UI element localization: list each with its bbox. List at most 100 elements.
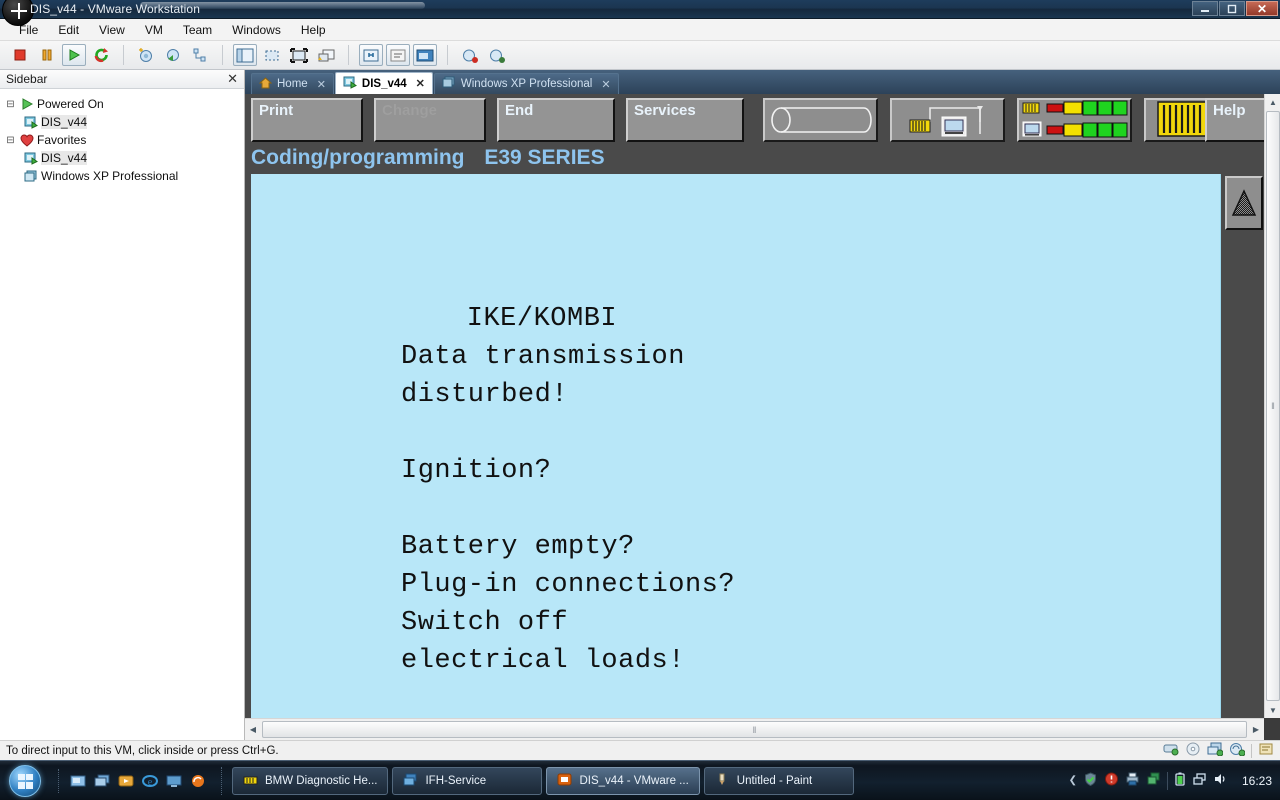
scroll-left-arrow[interactable]: ◀: [245, 722, 261, 738]
sidebar-close-icon[interactable]: ✕: [227, 72, 238, 85]
capture-movie-icon[interactable]: [485, 44, 509, 66]
sidebar-group-favorites[interactable]: ⊟ Favorites: [0, 131, 244, 149]
tab-close-icon[interactable]: ✕: [317, 78, 326, 91]
main-toolbar: [0, 41, 1280, 70]
fullscreen-icon[interactable]: [287, 44, 311, 66]
minimize-button[interactable]: [1192, 1, 1218, 16]
taskbar-clock[interactable]: 16:23: [1234, 774, 1272, 788]
quick-switch-icon[interactable]: [260, 44, 284, 66]
vm-running-icon: [21, 152, 41, 165]
cd-dvd-icon[interactable]: [1185, 742, 1201, 759]
tab-windows-xp-professional[interactable]: Windows XP Professional ✕: [433, 73, 619, 94]
tab-close-icon[interactable]: ✕: [416, 77, 425, 90]
snapshot-icon[interactable]: [134, 44, 158, 66]
tray-expand-icon[interactable]: ❮: [1069, 775, 1077, 786]
volume-icon[interactable]: [1213, 772, 1228, 789]
vertical-scroll-thumb[interactable]: ‖: [1266, 111, 1280, 701]
tab-close-icon[interactable]: ✕: [601, 78, 610, 91]
dis-icon-interface-connection[interactable]: [890, 98, 1005, 142]
dis-icon-status-leds[interactable]: [1017, 98, 1132, 142]
show-desktop-icon[interactable]: [67, 769, 89, 793]
menu-view[interactable]: View: [90, 20, 134, 40]
power-off-icon[interactable]: [8, 44, 32, 66]
dis-button-print[interactable]: Print: [251, 98, 363, 142]
network-icon[interactable]: [1192, 772, 1207, 789]
taskbar-item-dis-v44-vmware[interactable]: DIS_v44 - VMware ...: [546, 766, 700, 795]
dis-scroll-column: [1220, 174, 1264, 718]
menu-edit[interactable]: Edit: [49, 20, 88, 40]
dis-button-help[interactable]: Help: [1205, 98, 1264, 142]
menu-windows[interactable]: Windows: [223, 20, 290, 40]
toolbar-separator: [348, 45, 349, 65]
vm-horizontal-scrollbar[interactable]: ◀ ‖ ▶: [245, 718, 1264, 740]
vm-icon: [21, 170, 41, 183]
sidebar-item-dis-v44-favorite[interactable]: DIS_v44: [0, 149, 244, 167]
horizontal-scroll-thumb[interactable]: ‖: [262, 721, 1247, 738]
settings-icon[interactable]: [359, 44, 383, 66]
media-player-icon[interactable]: [115, 769, 137, 793]
battery-icon[interactable]: [1174, 772, 1186, 789]
heart-icon: [17, 133, 37, 147]
menu-help[interactable]: Help: [292, 20, 335, 40]
console-view-icon[interactable]: [413, 44, 437, 66]
dis-button-end[interactable]: End: [497, 98, 615, 142]
scroll-down-arrow[interactable]: ▼: [1265, 702, 1280, 718]
remote-desktop-icon[interactable]: [163, 769, 185, 793]
unity-icon[interactable]: [314, 44, 338, 66]
vm-viewport[interactable]: Print Change End Services Help Coding/pr…: [245, 94, 1280, 740]
start-button[interactable]: [2, 763, 48, 799]
scroll-right-arrow[interactable]: ▶: [1248, 722, 1264, 738]
internet-explorer-icon[interactable]: e: [139, 769, 161, 793]
vmware-workstation-window: DIS_v44 - VMware Workstation ✕ File Edit…: [0, 0, 1280, 800]
system-tray: ❮ 16:23: [1069, 771, 1280, 790]
vmware-status-bar: To direct input to this VM, click inside…: [0, 740, 1280, 760]
message-log-icon[interactable]: [1258, 742, 1274, 759]
show-sidebar-icon[interactable]: [233, 44, 257, 66]
antivirus-shield-icon[interactable]: [1083, 772, 1098, 789]
tab-home[interactable]: Home ✕: [251, 73, 334, 94]
taskbar-item-ifh-service[interactable]: IFH-Service: [392, 766, 543, 795]
dis-application: Print Change End Services Help Coding/pr…: [245, 94, 1264, 718]
toolbar-separator: [123, 45, 124, 65]
dis-button-services[interactable]: Services: [626, 98, 744, 142]
sidebar-group-powered-on[interactable]: ⊟ Powered On: [0, 95, 244, 113]
security-alert-icon[interactable]: [1104, 772, 1119, 789]
tree-toggle-icon[interactable]: ⊟: [4, 135, 17, 146]
status-separator: [1251, 743, 1252, 758]
snapshot-manager-icon[interactable]: [188, 44, 212, 66]
window-title: DIS_v44 - VMware Workstation: [30, 2, 200, 16]
switch-window-icon[interactable]: [91, 769, 113, 793]
vmware-tray-icon[interactable]: [1146, 772, 1161, 789]
triangle-up-icon[interactable]: [1225, 176, 1263, 230]
scroll-up-arrow[interactable]: ▲: [1265, 94, 1280, 110]
hard-disk-icon[interactable]: [1163, 742, 1179, 759]
network-adapter-icon[interactable]: [1207, 742, 1224, 759]
sidebar-item-dis-v44-powered[interactable]: DIS_v44: [0, 113, 244, 131]
sidebar-item-windows-xp-professional[interactable]: Windows XP Professional: [0, 167, 244, 185]
dis-icon-cylinder[interactable]: [763, 98, 878, 142]
sidebar-group-label: Powered On: [37, 97, 104, 111]
taskbar-item-bmw-diagnostic[interactable]: BMW Diagnostic He...: [232, 766, 389, 795]
reset-icon[interactable]: [89, 44, 113, 66]
taskbar-item-untitled-paint[interactable]: Untitled - Paint: [703, 766, 854, 795]
menu-team[interactable]: Team: [174, 20, 221, 40]
vm-vertical-scrollbar[interactable]: ▲ ‖ ▼: [1264, 94, 1280, 718]
capture-screen-icon[interactable]: [458, 44, 482, 66]
firefox-icon[interactable]: [187, 769, 209, 793]
revert-snapshot-icon[interactable]: [161, 44, 185, 66]
paint-icon: [715, 773, 730, 789]
sidebar-tree: ⊟ Powered On DIS_v44 ⊟ Favorites DIS_v44…: [0, 89, 244, 185]
capture-group: [458, 44, 509, 66]
summary-icon[interactable]: [386, 44, 410, 66]
tab-dis-v44[interactable]: DIS_v44 ✕: [334, 72, 433, 94]
tree-toggle-icon[interactable]: ⊟: [4, 99, 17, 110]
sound-adapter-icon[interactable]: [1229, 742, 1246, 759]
printer-icon[interactable]: [1125, 772, 1140, 789]
suspend-icon[interactable]: [35, 44, 59, 66]
menu-vm[interactable]: VM: [136, 20, 172, 40]
power-on-icon[interactable]: [62, 44, 86, 66]
close-button[interactable]: ✕: [1246, 1, 1278, 16]
sidebar-header: Sidebar ✕: [0, 70, 244, 89]
sidebar-item-label: Windows XP Professional: [41, 169, 179, 183]
maximize-button[interactable]: [1219, 1, 1245, 16]
